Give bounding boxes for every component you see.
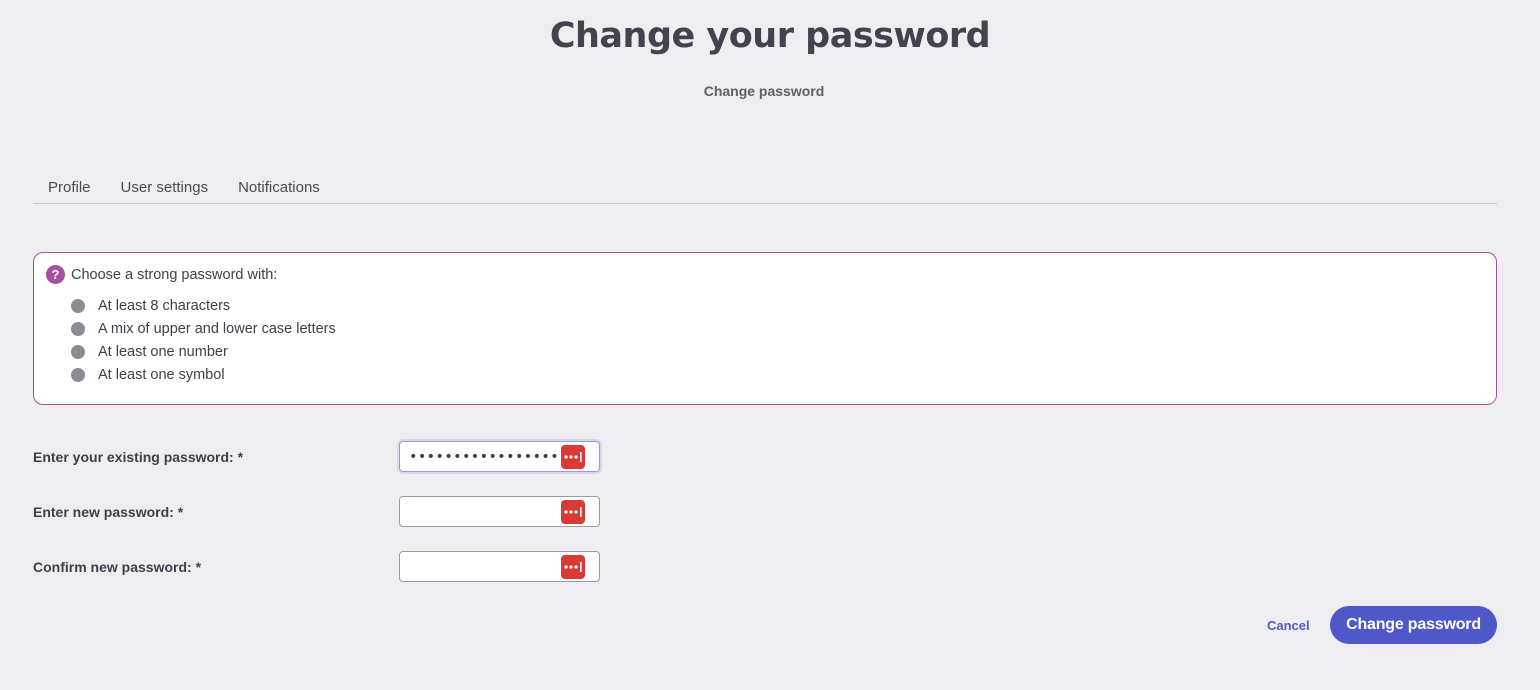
requirement-text: At least 8 characters [98,297,231,314]
bullet-icon [71,367,85,382]
password-manager-icon[interactable] [561,555,585,579]
bullet-icon [71,321,85,336]
list-item: At least one number [71,340,336,363]
requirements-header: ? Choose a strong password with: [46,265,277,284]
confirm-password-field[interactable] [399,551,600,582]
cancel-button[interactable]: Cancel [1267,618,1310,633]
existing-password-value: ••••••••••••••••••• [409,449,559,465]
requirement-text: At least one symbol [98,366,225,383]
password-manager-icon[interactable] [561,445,585,469]
requirements-title: Choose a strong password with: [71,266,278,283]
list-item: At least one symbol [71,363,336,386]
tab-user-settings[interactable]: User settings [106,170,224,203]
tab-notifications[interactable]: Notifications [223,170,335,203]
change-password-page: Change your password Change password Pro… [0,0,1540,690]
bullet-icon [71,298,85,313]
list-item: At least 8 characters [71,294,336,317]
page-title: Change your password [549,16,991,56]
existing-password-label: Enter your existing password: * [33,449,244,465]
requirement-text: At least one number [98,343,228,360]
change-password-button[interactable]: Change password [1330,606,1497,644]
new-password-row: Enter new password: * [33,496,613,528]
password-requirements-box: ? Choose a strong password with: At leas… [33,252,1497,405]
confirm-password-label: Confirm new password: * [33,559,202,575]
tab-bar: Profile User settings Notifications [33,170,1497,204]
password-manager-icon[interactable] [561,500,585,524]
requirement-text: A mix of upper and lower case letters [98,320,336,337]
question-icon: ? [46,265,65,284]
existing-password-row: Enter your existing password: * ••••••••… [33,441,613,473]
new-password-label: Enter new password: * [33,504,184,520]
list-item: A mix of upper and lower case letters [71,317,336,340]
breadcrumb: Change password [703,83,825,99]
tab-profile[interactable]: Profile [33,170,106,203]
confirm-password-row: Confirm new password: * [33,551,613,583]
bullet-icon [71,344,85,359]
new-password-field[interactable] [399,496,600,527]
existing-password-field[interactable]: ••••••••••••••••••• [399,441,600,472]
requirements-list: At least 8 characters A mix of upper and… [71,294,336,386]
